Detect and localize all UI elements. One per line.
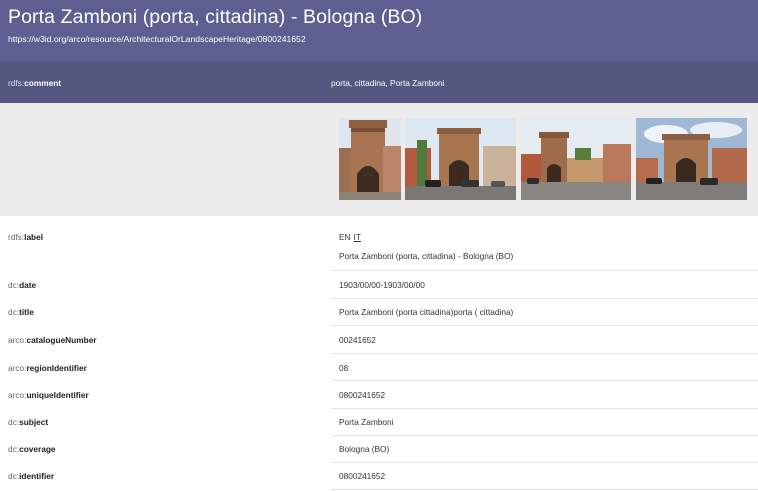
property-key-local: identifier [19, 471, 55, 481]
row-divider [331, 325, 758, 326]
language-switcher: EN IT [339, 232, 361, 242]
property-key: dc:subject [8, 417, 48, 427]
photo-image [636, 118, 747, 200]
comment-value: porta, cittadina, Porta Zamboni [331, 77, 445, 88]
property-key-local: regionIdentifier [26, 363, 87, 373]
property-key-local: date [19, 280, 37, 290]
property-key: dc:identifier [8, 471, 54, 481]
property-key-prefix: dc: [8, 444, 20, 454]
property-value: 00241652 [339, 335, 376, 345]
label-key-prefix: rdfs: [8, 232, 25, 242]
gallery-thumbnail-3[interactable] [521, 118, 631, 200]
photo-image [339, 118, 401, 200]
comment-row: rdfs:comment porta, cittadina, Porta Zam… [0, 62, 758, 103]
comment-key-prefix: rdfs: [8, 77, 25, 88]
comment-key-local: comment [24, 77, 62, 88]
property-key: arco:regionIdentifier [8, 363, 87, 373]
gallery-thumbnail-2[interactable] [405, 118, 516, 200]
property-key-prefix: dc: [8, 417, 20, 427]
resource-uri-link[interactable]: https://w3id.org/arco/resource/Architect… [8, 34, 750, 44]
label-key-local: label [24, 232, 44, 242]
property-key-prefix: arco: [8, 335, 27, 345]
property-key-prefix: arco: [8, 363, 27, 373]
property-value: 08 [339, 363, 349, 373]
property-value: Bologna (BO) [339, 444, 390, 454]
row-divider [331, 462, 758, 463]
property-key-local: coverage [19, 444, 56, 454]
property-key-local: title [19, 307, 34, 317]
property-value: Porta Zamboni [339, 417, 394, 427]
photo-image [521, 118, 631, 200]
property-value: 0800241652 [339, 471, 386, 481]
property-key-local: uniqueIdentifier [26, 390, 89, 400]
property-key: dc:coverage [8, 444, 56, 454]
property-key-prefix: dc: [8, 307, 20, 317]
property-value: Porta Zamboni (porta cittadina)porta ( c… [339, 307, 514, 317]
row-divider [331, 353, 758, 354]
language-en[interactable]: EN [339, 232, 351, 242]
page-title: Porta Zamboni (porta, cittadina) - Bolog… [8, 6, 423, 28]
property-key-local: catalogueNumber [26, 335, 97, 345]
property-key-prefix: dc: [8, 471, 20, 481]
property-key: dc:date [8, 280, 36, 290]
image-gallery [0, 103, 758, 216]
language-it-link[interactable]: IT [354, 232, 361, 242]
photo-image [405, 118, 516, 200]
gallery-thumbnail-1[interactable] [339, 118, 401, 200]
row-divider [331, 380, 758, 381]
row-divider [331, 435, 758, 436]
row-divider [331, 298, 758, 299]
comment-key: rdfs:comment [0, 78, 331, 88]
row-divider [331, 408, 758, 409]
property-key: dc:title [8, 307, 34, 317]
label-value: Porta Zamboni (porta, cittadina) - Bolog… [339, 251, 514, 261]
property-key-local: subject [19, 417, 49, 427]
gallery-thumbnail-4[interactable] [636, 118, 747, 200]
property-value: 1903/00/00-1903/00/00 [339, 280, 425, 290]
page-header: Porta Zamboni (porta, cittadina) - Bolog… [0, 0, 758, 62]
row-divider [331, 270, 758, 271]
property-key-prefix: arco: [8, 390, 27, 400]
property-value: 0800241652 [339, 390, 386, 400]
label-key: rdfs:label [8, 232, 43, 242]
row-divider [331, 489, 758, 490]
property-key-prefix: dc: [8, 280, 20, 290]
property-key: arco:uniqueIdentifier [8, 390, 89, 400]
property-key: arco:catalogueNumber [8, 335, 97, 345]
